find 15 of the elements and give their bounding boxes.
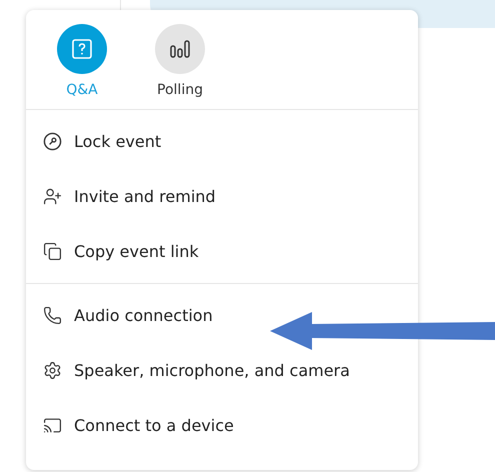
bar-chart-icon — [169, 40, 191, 58]
menu-item[interactable]: Invite and remind — [26, 169, 418, 224]
key-circle-icon — [42, 132, 62, 151]
quick-action-button[interactable]: Polling — [144, 24, 216, 109]
phone-icon — [42, 306, 62, 325]
user-plus-icon — [42, 187, 62, 206]
menu-item[interactable]: Speaker, microphone, and camera — [26, 343, 418, 398]
copy-icon — [42, 242, 62, 261]
settings-icon — [42, 361, 62, 380]
menu-item[interactable]: Copy event link — [26, 224, 418, 279]
question-icon — [71, 38, 93, 60]
cast-icon — [42, 416, 62, 435]
menu-item[interactable]: Connect to a device — [26, 398, 418, 453]
menu-item[interactable]: Audio connection — [26, 288, 418, 343]
menu-item[interactable]: Lock event — [26, 114, 418, 169]
